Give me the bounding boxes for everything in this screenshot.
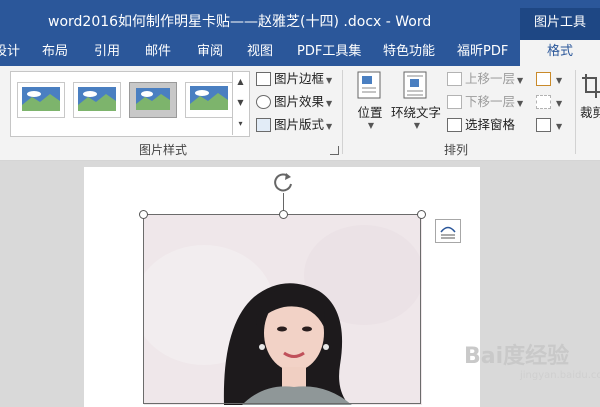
send-backward-icon [447,95,462,109]
tab-review[interactable]: 审阅 [197,40,223,66]
crop-icon [580,70,600,100]
gallery-scroll: ▲ ▼ ▾ [232,71,248,135]
picture-layout-button[interactable]: 图片版式 ▼ [256,115,332,135]
tab-layout[interactable]: 布局 [42,40,68,66]
resize-handle-top-left[interactable] [139,210,148,219]
align-icon [536,72,551,86]
chevron-down-icon: ▼ [556,122,563,131]
arrange-group-label: 排列 [444,143,469,157]
group-objects-button[interactable]: ▼ [536,92,562,112]
landscape-thumbnail-icon [190,86,228,110]
group-separator [342,70,343,154]
tab-view[interactable]: 视图 [247,40,273,66]
selection-pane-button[interactable]: 选择窗格 [447,115,515,135]
rotate-button[interactable]: ▼ [536,115,562,135]
layout-options-icon[interactable] [435,219,461,243]
gallery-scroll-down-icon[interactable]: ▼ [233,92,248,113]
selected-picture[interactable] [144,215,422,405]
gallery-more-icon[interactable]: ▾ [233,113,248,134]
tab-design[interactable]: 设计 [0,40,20,66]
picture-styles-gallery [10,71,250,137]
rotate-objects-icon [536,118,551,132]
picture-border-icon [256,72,271,86]
tab-mailings[interactable]: 邮件 [145,40,171,66]
picture-effects-icon [256,95,271,109]
chevron-down-icon: ▼ [556,99,563,108]
bring-forward-icon [447,72,462,86]
chevron-down-icon: ▼ [326,122,333,131]
tab-pdf-tools[interactable]: PDF工具集 [297,40,361,66]
tab-special-features[interactable]: 特色功能 [383,40,435,66]
selection-pane-icon [447,118,462,132]
ribbon-tab-bar: 设计 布局 引用 邮件 审阅 视图 PDF工具集 特色功能 福昕PDF 格式 [0,40,600,66]
bring-forward-button[interactable]: 上移一层 ▼ [447,69,523,89]
dialog-launcher-icon[interactable] [330,146,339,155]
baidu-watermark: Bai度经验 [464,344,570,369]
crop-button[interactable]: 裁剪 [580,70,600,121]
picture-border-button[interactable]: 图片边框 ▼ [256,69,332,89]
picture-style-2[interactable] [73,82,121,118]
landscape-thumbnail-icon [136,88,170,110]
position-icon [355,70,385,100]
align-button[interactable]: ▼ [536,69,562,89]
tab-references[interactable]: 引用 [94,40,120,66]
group-separator [575,70,576,154]
position-button[interactable]: 位置 ▼ [353,70,387,130]
chevron-down-icon: ▼ [517,99,524,108]
picture-layout-icon [256,118,271,132]
wrap-text-icon [401,70,431,100]
baidu-watermark-url: jingyan.baidu.com [520,370,600,381]
resize-handle-top-right[interactable] [417,210,426,219]
chevron-down-icon: ▼ [326,76,333,85]
gallery-scroll-up-icon[interactable]: ▲ [233,71,248,92]
send-backward-button[interactable]: 下移一层 ▼ [447,92,523,112]
picture-style-1[interactable] [17,82,65,118]
chevron-down-icon: ▼ [326,99,333,108]
picture-effects-button[interactable]: 图片效果 ▼ [256,92,332,112]
portrait-photo [144,215,422,405]
picture-styles-group-label: 图片样式 [139,143,188,157]
wrap-text-button[interactable]: 环绕文字 ▼ [390,70,442,130]
chevron-down-icon: ▼ [556,76,563,85]
chevron-down-icon: ▼ [413,121,421,130]
title-bar: word2016如何制作明星卡贴——赵雅芝(十四) .docx - Word [0,0,600,40]
chevron-down-icon: ▼ [517,76,524,85]
resize-handle-top[interactable] [279,210,288,219]
rotate-handle-icon[interactable] [273,171,295,193]
picture-style-4[interactable] [185,82,233,118]
landscape-thumbnail-icon [22,87,60,111]
tab-foxit-pdf[interactable]: 福昕PDF [457,40,508,66]
picture-style-3[interactable] [129,82,177,118]
window-title: word2016如何制作明星卡贴——赵雅芝(十四) .docx - Word [48,14,432,30]
landscape-thumbnail-icon [78,87,116,111]
chevron-down-icon: ▼ [367,121,375,130]
ribbon: ▲ ▼ ▾ 图片边框 ▼ 图片效果 ▼ 图片版式 ▼ 图片样式 位置 ▼ 环绕文字 ▼… [0,66,600,161]
tab-format[interactable]: 格式 [520,40,600,66]
picture-tools-context-header: 图片工具 [520,8,600,40]
group-objects-icon [536,95,551,109]
